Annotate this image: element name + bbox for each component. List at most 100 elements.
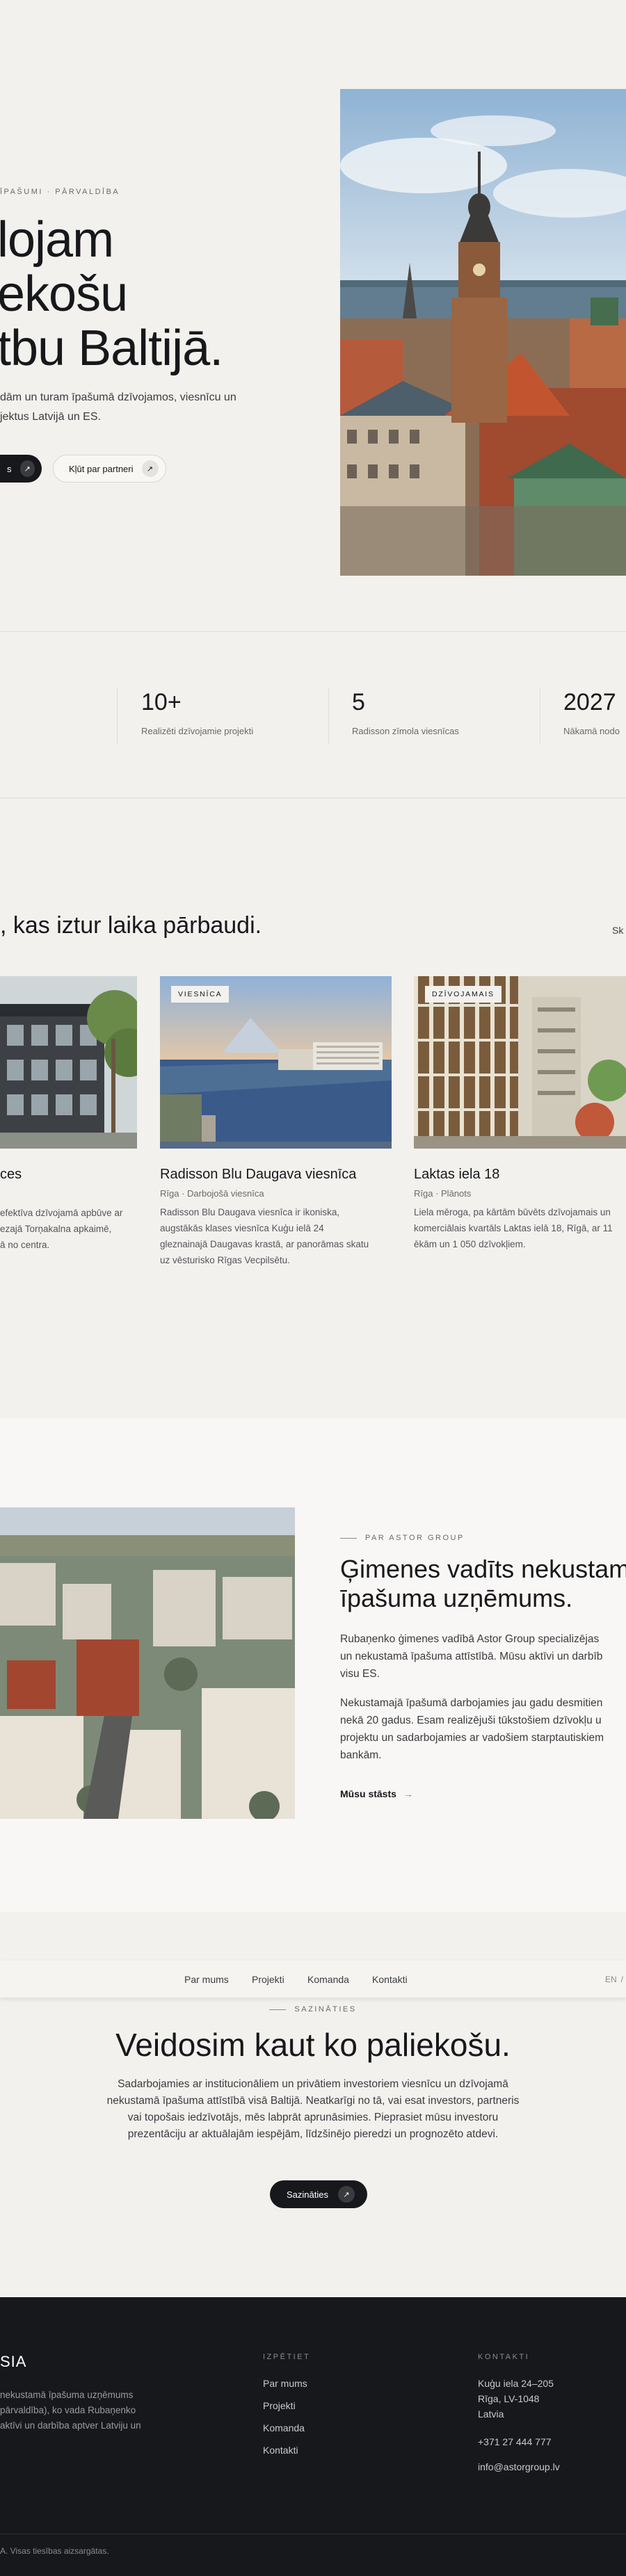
footer-link-projekti[interactable]: Projekti bbox=[263, 2400, 296, 2411]
project-desc-line: ezajā Torņakalna apkaimē, bbox=[0, 1224, 112, 1234]
project-card[interactable]: ces efektīva dzīvojamā apbūve ar ezajā T… bbox=[0, 976, 137, 1253]
contact-button-label: Sazināties bbox=[287, 2189, 328, 2200]
hero-title-line-1: lojam bbox=[0, 212, 114, 268]
stat-separator bbox=[117, 688, 118, 745]
project-card[interactable]: VIESNĪCA Radisson Blu Daugava viesnīca R… bbox=[160, 976, 392, 1268]
footer-phone-link[interactable]: +371 27 444 777 bbox=[478, 2436, 552, 2447]
about-text-line: projektu un sadarbojamies ar vadošiem st… bbox=[340, 1732, 604, 1744]
stat-value: 2027 bbox=[563, 689, 616, 715]
project-desc-line: uz vēsturisko Rīgas Vecpilsētu. bbox=[160, 1255, 290, 1265]
project-badge: VIESNĪCA bbox=[171, 986, 230, 1003]
about-title-line-1: Ģimenes vadīts nekustam bbox=[340, 1555, 626, 1583]
project-desc-line: ēkām un 1 050 dzīvokļiem. bbox=[414, 1239, 526, 1249]
project-desc-line: Liela mēroga, pa kārtām būvēts dzīvojama… bbox=[414, 1207, 611, 1217]
contact-section: SAZINĀTIES Veidosim kaut ko paliekošu. S… bbox=[0, 1998, 626, 2297]
lang-separator: / bbox=[620, 1975, 624, 1984]
footer-link-par-mums[interactable]: Par mums bbox=[263, 2378, 307, 2389]
projects-section: , kas iztur laika pārbaudi. Sk ces efekt… bbox=[0, 798, 626, 1417]
project-desc-line: Radisson Blu Daugava viesnīca ir ikonisk… bbox=[160, 1207, 340, 1217]
contact-eyebrow: SAZINĀTIES bbox=[294, 2005, 357, 2014]
hero-image-riga bbox=[340, 89, 626, 576]
project-title: ces bbox=[0, 1167, 22, 1182]
footer-brand: SIA bbox=[0, 2353, 27, 2370]
arrow-up-right-icon: ↗ bbox=[337, 2186, 355, 2203]
hero-partner-button[interactable]: Kļūt par partneri ↗ bbox=[53, 455, 166, 483]
hero-section: ĪPAŠUMI · PĀRVALDĪBA lojam ekošu tbu Bal… bbox=[0, 0, 626, 626]
project-desc-line: ā no centra. bbox=[0, 1240, 50, 1250]
stat-item: 2027 Nākamā nodo bbox=[563, 689, 620, 736]
nav-link-komanda[interactable]: Komanda bbox=[307, 1974, 349, 1985]
arrow-right-icon: → bbox=[403, 1788, 413, 1799]
nav-link-kontakti[interactable]: Kontakti bbox=[372, 1974, 408, 1985]
hero-lead-line-1: dām un turam īpašumā dzīvojamos, viesnīc… bbox=[0, 391, 236, 403]
contact-title: Veidosim kaut ko paliekošu. bbox=[115, 2027, 511, 2063]
about-story-label: Mūsu stāsts bbox=[340, 1788, 396, 1799]
stat-label: Realizēti dzīvojamie projekti bbox=[141, 726, 254, 736]
contact-eyebrow-rule bbox=[269, 2009, 287, 2010]
footer-address: Latvia bbox=[478, 2408, 504, 2420]
about-text-line: un nekustamā īpašuma attīstībā. Mūsu akt… bbox=[340, 1651, 603, 1662]
about-title-line-2: īpašuma uzņēmums. bbox=[340, 1584, 573, 1612]
footer-contacts-title: KONTAKTI bbox=[478, 2353, 530, 2361]
hero-title-line-2: ekošu bbox=[0, 266, 128, 322]
project-desc-line: gleznainajā Daugavas krastā, ar panorāma… bbox=[160, 1239, 369, 1249]
about-eyebrow-rule bbox=[340, 1538, 357, 1539]
hero-eyebrow: ĪPAŠUMI · PĀRVALDĪBA bbox=[0, 188, 120, 196]
footer-link-kontakti[interactable]: Kontakti bbox=[263, 2445, 298, 2456]
arrow-up-right-icon: ↗ bbox=[19, 460, 35, 477]
about-eyebrow: PAR ASTOR GROUP bbox=[365, 1534, 465, 1542]
project-meta: Rīga · Plānots bbox=[414, 1188, 472, 1199]
stat-item: 5 Radisson zīmola viesnīcas bbox=[352, 689, 459, 736]
contact-text-line: vai topošais iedzīvotājs, mēs labprāt ap… bbox=[127, 2112, 499, 2123]
footer-email-link[interactable]: info@astorgroup.lv bbox=[478, 2461, 560, 2472]
project-desc-line: komerciālais kvartāls Laktas ielā 18, Rī… bbox=[414, 1223, 613, 1233]
stat-separator bbox=[328, 688, 329, 745]
nav-link-projekti[interactable]: Projekti bbox=[252, 1974, 284, 1985]
nav-link-par-mums[interactable]: Par mums bbox=[184, 1974, 229, 1985]
about-section: PAR ASTOR GROUP Ģimenes vadīts nekustam … bbox=[0, 1418, 626, 1912]
lang-switch[interactable]: EN / bbox=[605, 1975, 623, 1984]
contact-button[interactable]: Sazināties ↗ bbox=[270, 2180, 367, 2208]
project-image-laktas-iela: DZĪVOJAMAIS bbox=[414, 976, 626, 1149]
top-nav: Par mums Projekti Komanda Kontakti EN / bbox=[0, 1961, 626, 1998]
stats-section: 10+ Realizēti dzīvojamie projekti 5 Radi… bbox=[0, 632, 626, 797]
about-text-line: bankām. bbox=[340, 1749, 382, 1761]
project-title: Laktas iela 18 bbox=[414, 1167, 500, 1182]
contact-text-line: Sadarbojamies ar institucionāliem un pri… bbox=[118, 2078, 508, 2090]
footer-copyright: A. Visas tiesības aizsargātas. bbox=[0, 2546, 109, 2556]
hero-partner-label: Kļūt par partneri bbox=[69, 463, 134, 474]
stat-label: Nākamā nodo bbox=[563, 726, 620, 736]
hero-lead-line-2: jektus Latvijā un ES. bbox=[0, 411, 101, 423]
project-title: Radisson Blu Daugava viesnīca bbox=[160, 1167, 357, 1182]
project-desc-line: efektīva dzīvojamā apbūve ar bbox=[0, 1208, 123, 1218]
project-image-torņakalns bbox=[0, 976, 137, 1149]
contact-eyebrow-wrap: SAZINĀTIES bbox=[0, 2005, 626, 2014]
stat-value: 10+ bbox=[141, 689, 182, 715]
about-text-line: nekā 20 gadus. Esam realizējuši tūkstoši… bbox=[340, 1715, 602, 1726]
about-story-link[interactable]: Mūsu stāsts → bbox=[340, 1788, 413, 1799]
arrow-up-right-icon: ↗ bbox=[141, 460, 159, 477]
projects-heading: , kas iztur laika pārbaudi. bbox=[0, 912, 262, 939]
project-meta: Rīga · Darbojošā viesnīca bbox=[160, 1188, 264, 1199]
stat-value: 5 bbox=[352, 689, 365, 715]
hero-primary-button[interactable]: s ↗ bbox=[0, 455, 42, 483]
footer-brand-desc: pārvaldība), ko vada Rubaņenko bbox=[0, 2405, 136, 2415]
footer-address: Rīga, LV-1048 bbox=[478, 2393, 540, 2404]
stat-item: 10+ Realizēti dzīvojamie projekti bbox=[141, 689, 253, 736]
project-badge: DZĪVOJAMAIS bbox=[425, 986, 501, 1003]
project-desc-line: augstākās klases viesnīca Kuģu ielā 24 bbox=[160, 1223, 324, 1233]
projects-see-all-link[interactable]: Sk bbox=[612, 925, 623, 936]
about-text-line: Rubaņenko ģimenes vadībā Astor Group spe… bbox=[340, 1633, 600, 1645]
contact-text-line: prezentāciju ar aktuālajām iespējām, līd… bbox=[127, 2128, 499, 2140]
footer-brand-desc: aktīvi un darbība aptver Latviju un bbox=[0, 2420, 141, 2431]
footer-link-komanda[interactable]: Komanda bbox=[263, 2422, 305, 2433]
lang-en[interactable]: EN bbox=[605, 1975, 617, 1984]
project-card[interactable]: DZĪVOJAMAIS Laktas iela 18 Rīga · Plānot… bbox=[414, 976, 626, 1252]
riga-skyline-illustration bbox=[340, 89, 626, 576]
footer: SIA nekustamā īpašuma uzņēmums pārvaldīb… bbox=[0, 2297, 626, 2576]
about-image-riga-aerial bbox=[0, 1507, 295, 1819]
footer-brand-desc: nekustamā īpašuma uzņēmums bbox=[0, 2390, 134, 2400]
project-meta bbox=[0, 1188, 137, 1199]
hero-primary-label: s bbox=[7, 463, 12, 474]
project-image-radisson-daugava: VIESNĪCA bbox=[160, 976, 392, 1149]
